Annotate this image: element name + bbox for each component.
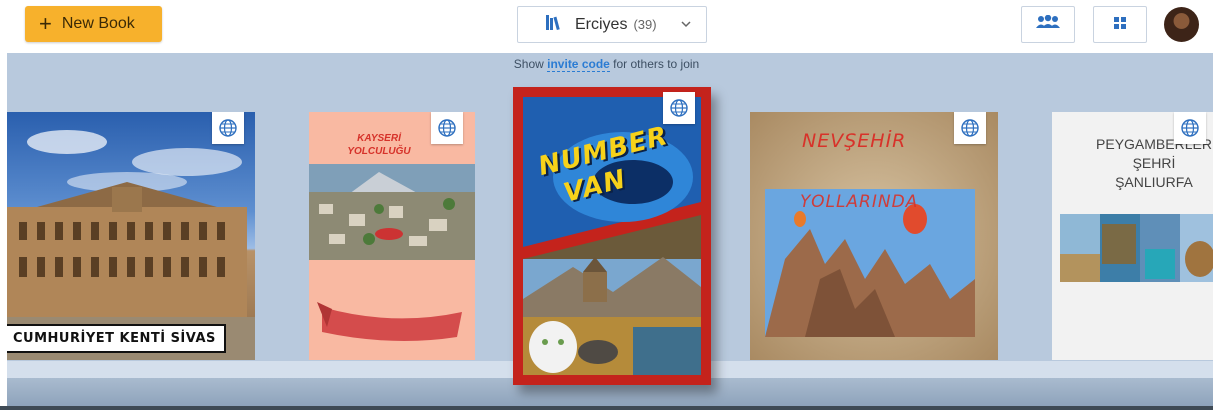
book-cover[interactable]: PEYGAMBERLER ŞEHRİ ŞANLIURFA	[1052, 112, 1213, 360]
grid-view-button[interactable]	[1093, 6, 1147, 43]
book-cover[interactable]: KAYSERİ YOLCULUĞU	[309, 112, 475, 360]
book-title-line2: ŞEHRİ	[1132, 155, 1176, 171]
book-title-line2: YOLLARINDA	[800, 192, 919, 212]
top-bar: + New Book Erciyes (39)	[0, 0, 1213, 53]
globe-icon[interactable]	[212, 112, 244, 144]
globe-icon[interactable]	[1174, 112, 1206, 144]
globe-icon[interactable]	[431, 112, 463, 144]
city-photo	[309, 164, 475, 260]
book-title-line2: YOLCULUĞU	[347, 146, 411, 157]
book-title: CUMHURİYET KENTİ SİVAS	[7, 324, 226, 353]
book-cover[interactable]: NEVŞEHİR YOLLARINDA	[750, 112, 998, 360]
book-cover-selected[interactable]: NUMBER VAN	[513, 87, 711, 385]
invite-code-link[interactable]: invite code	[547, 57, 610, 72]
invite-hint: Show invite code for others to join	[0, 57, 1213, 72]
people-icon	[1035, 14, 1061, 34]
library-count: (39)	[633, 17, 657, 32]
library-selector[interactable]: Erciyes (39)	[517, 6, 707, 43]
ribbon-banner	[317, 302, 462, 341]
bottom-strip	[0, 406, 1213, 410]
urfa-photo-strip	[1060, 214, 1213, 282]
building-illustration	[7, 130, 255, 360]
book-title-line1: KAYSERİ	[357, 133, 401, 144]
library-name: Erciyes	[575, 15, 628, 33]
user-avatar[interactable]	[1164, 7, 1199, 42]
book-cover[interactable]: CUMHURİYET KENTİ SİVAS	[7, 112, 255, 360]
book-title-line1: NEVŞEHİR	[802, 130, 907, 152]
invite-prefix: Show	[513, 57, 544, 71]
plus-icon: +	[39, 11, 52, 36]
globe-icon[interactable]	[663, 92, 695, 124]
new-book-label: New Book	[61, 15, 135, 32]
new-book-button[interactable]: + New Book	[25, 6, 162, 42]
book-title-line3: ŞANLIURFA	[1115, 174, 1193, 190]
globe-icon[interactable]	[954, 112, 986, 144]
grid-icon	[1114, 16, 1126, 34]
members-button[interactable]	[1021, 6, 1075, 43]
books-icon	[545, 13, 561, 36]
invite-suffix: for others to join	[613, 57, 700, 71]
chevron-down-icon	[680, 17, 692, 35]
